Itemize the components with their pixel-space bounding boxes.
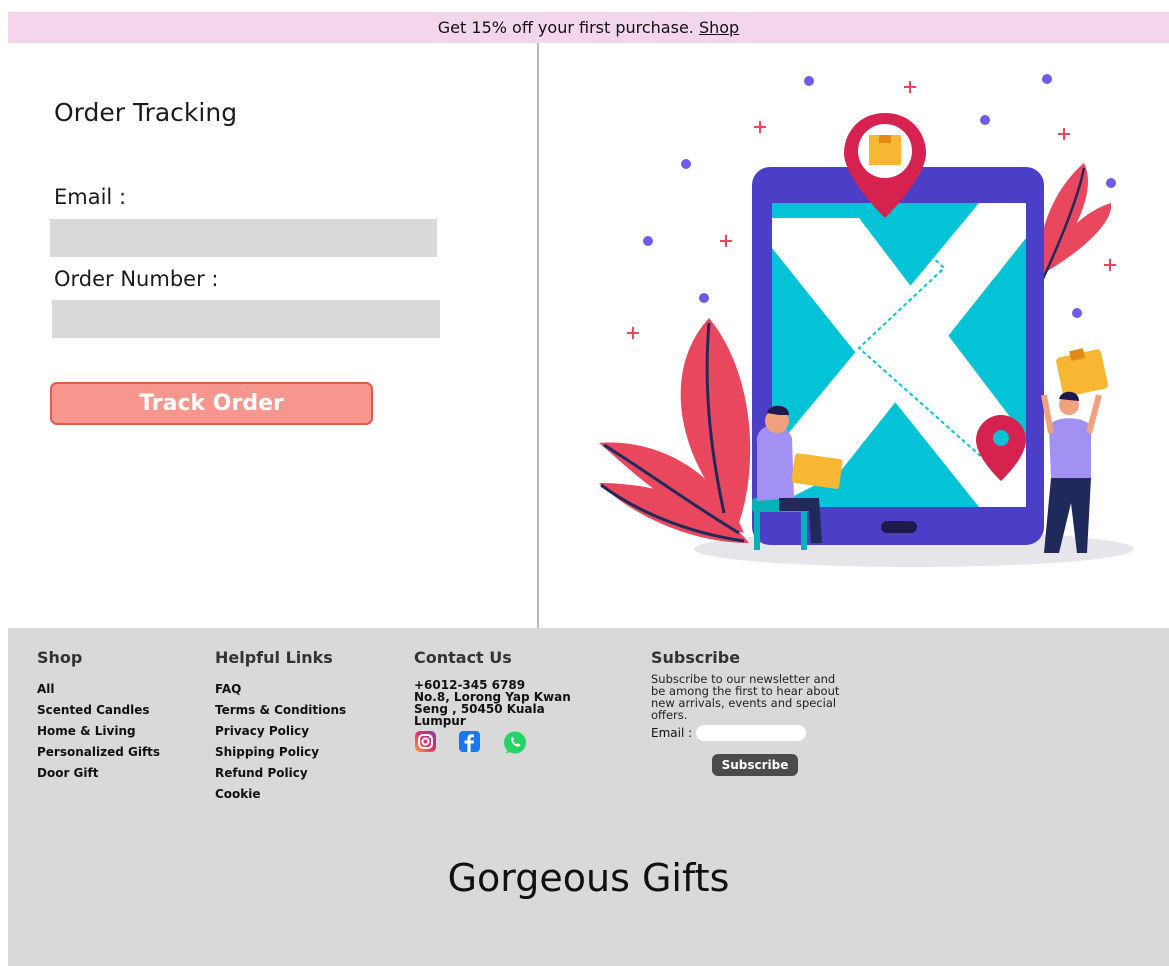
subscribe-line: offers. [651,708,688,722]
subscribe-email-label: Email : [651,726,693,740]
footer-link-scented-candles[interactable]: Scented Candles [37,700,160,721]
footer-contact-heading: Contact Us [414,648,512,667]
whatsapp-icon[interactable] [502,730,528,756]
footer-link-refund[interactable]: Refund Policy [215,763,346,784]
footer-link-home-living[interactable]: Home & Living [37,721,160,742]
contact-address-line: Lumpur [414,714,466,728]
footer-link-cookie[interactable]: Cookie [215,784,346,805]
social-links [414,730,571,756]
email-label: Email : [54,185,127,209]
leaf-right-icon [1038,163,1112,283]
order-number-input[interactable] [52,300,440,338]
footer-subscribe-heading: Subscribe [651,648,741,667]
instagram-icon[interactable] [414,730,437,753]
footer-subscribe-column: Subscribe Subscribe to our newsletter an… [651,648,871,776]
footer-link-door-gift[interactable]: Door Gift [37,763,160,784]
footer-helpful-heading: Helpful Links [215,648,333,667]
subscribe-description: Subscribe to our newsletter and be among… [651,673,871,721]
promo-text: Get 15% off your first purchase. [437,18,699,37]
footer-link-shipping[interactable]: Shipping Policy [215,742,346,763]
footer-shop-column: Shop All Scented Candles Home & Living P… [37,648,160,784]
order-tracking-illustration [599,74,1134,567]
track-order-button[interactable]: Track Order [50,382,373,425]
order-number-label: Order Number : [54,267,219,291]
footer-shop-heading: Shop [37,648,83,667]
site-footer: Shop All Scented Candles Home & Living P… [8,628,1169,966]
email-input[interactable] [50,219,437,257]
subscribe-email-row: Email : [651,725,871,741]
page-title: Order Tracking [54,98,238,127]
subscribe-button[interactable]: Subscribe [712,754,798,776]
footer-link-terms[interactable]: Terms & Conditions [215,700,346,721]
footer-link-faq[interactable]: FAQ [215,679,346,700]
facebook-icon[interactable] [458,730,481,753]
leaf-left-icon [599,318,751,543]
subscribe-email-input[interactable] [696,725,807,741]
promo-bar: Get 15% off your first purchase. Shop [8,12,1169,43]
footer-contact-column: Contact Us +6012-345 6789 No.8, Lorong Y… [414,648,571,756]
person-holding-box-icon [1041,348,1108,553]
brand-name: Gorgeous Gifts [447,856,730,900]
footer-helpful-links-column: Helpful Links FAQ Terms & Conditions Pri… [215,648,346,805]
promo-shop-link[interactable]: Shop [699,18,739,37]
illustration-panel [539,43,1169,628]
order-tracking-form: Order Tracking Email : Order Number : Tr… [0,43,537,628]
footer-link-all[interactable]: All [37,679,160,700]
footer-link-personalized-gifts[interactable]: Personalized Gifts [37,742,160,763]
footer-link-privacy[interactable]: Privacy Policy [215,721,346,742]
